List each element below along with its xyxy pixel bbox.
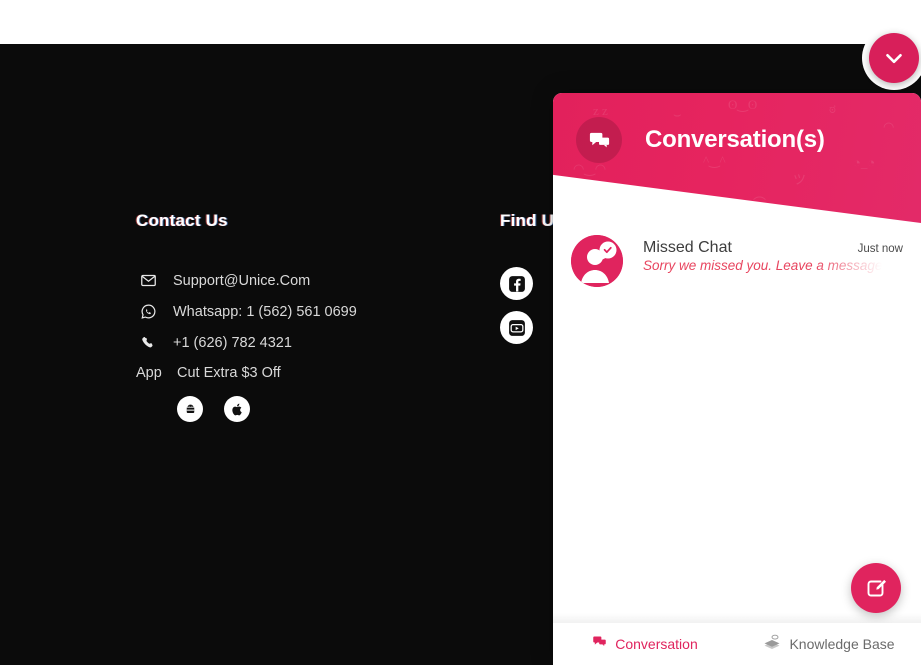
contact-heading: Contact Us — [136, 211, 228, 230]
contact-whatsapp-text: Whatsapp: 1 (562) 561 0699 — [173, 303, 357, 320]
app-store-badges — [177, 396, 466, 422]
screen: Contact Us Support@Unice.Com Whatsapp: 1… — [0, 0, 921, 665]
chat-header-title: Conversation(s) — [645, 126, 825, 153]
tab-conversation-label: Conversation — [615, 636, 698, 652]
conversation-preview: Sorry we missed you. Leave a message — [643, 258, 883, 273]
conversation-item[interactable]: Missed Chat Just now Sorry we missed you… — [553, 235, 921, 287]
chat-bubbles-icon — [576, 117, 622, 163]
books-icon — [763, 634, 781, 654]
contact-email-text: Support@Unice.Com — [173, 272, 311, 289]
contact-list: Support@Unice.Com Whatsapp: 1 (562) 561 … — [136, 265, 466, 422]
conversation-timestamp: Just now — [857, 243, 903, 255]
contact-row-phone[interactable]: +1 (626) 782 4321 — [136, 327, 466, 358]
chat-bubbles-icon — [592, 634, 607, 654]
page-background-top — [0, 0, 921, 44]
chat-tabbar: Conversation Knowledge Base — [553, 613, 921, 665]
apple-icon[interactable] — [224, 396, 250, 422]
footer-column-contact: Contact Us Support@Unice.Com Whatsapp: 1… — [136, 211, 466, 422]
tab-knowledge-base[interactable]: Knowledge Base — [737, 623, 921, 665]
contact-row-email[interactable]: Support@Unice.Com — [136, 265, 466, 296]
app-label: App — [136, 364, 162, 381]
youtube-icon[interactable] — [500, 311, 533, 344]
android-icon[interactable] — [177, 396, 203, 422]
collapse-chat-button[interactable] — [869, 33, 919, 83]
conversation-list: Missed Chat Just now Sorry we missed you… — [553, 235, 921, 287]
tab-knowledge-base-label: Knowledge Base — [789, 636, 895, 652]
chat-header-content: Conversation(s) — [576, 117, 825, 163]
chat-widget-header: z z ⌣ ʘ‿ʘ ಠ ◠ ◠‿◠ ^‿^ ツ ◔_◔ ♡ ⌒ Conversa… — [553, 93, 921, 223]
contact-row-whatsapp[interactable]: Whatsapp: 1 (562) 561 0699 — [136, 296, 466, 327]
mail-icon — [136, 272, 160, 289]
tab-conversation[interactable]: Conversation — [553, 623, 737, 665]
conversation-item-top: Missed Chat Just now — [643, 239, 903, 257]
phone-icon — [136, 335, 160, 351]
new-conversation-button[interactable] — [851, 563, 901, 613]
conversation-name: Missed Chat — [643, 239, 732, 256]
contact-phone-text: +1 (626) 782 4321 — [173, 334, 292, 351]
facebook-icon[interactable] — [500, 267, 533, 300]
whatsapp-icon — [136, 303, 160, 320]
chat-widget: z z ⌣ ʘ‿ʘ ಠ ◠ ◠‿◠ ^‿^ ツ ◔_◔ ♡ ⌒ Conversa… — [553, 93, 921, 665]
app-promo-row: App Cut Extra $3 Off — [136, 357, 466, 388]
conversation-item-body: Missed Chat Just now Sorry we missed you… — [643, 235, 903, 275]
missed-chat-avatar — [571, 235, 623, 287]
app-promo-text: Cut Extra $3 Off — [177, 364, 281, 381]
